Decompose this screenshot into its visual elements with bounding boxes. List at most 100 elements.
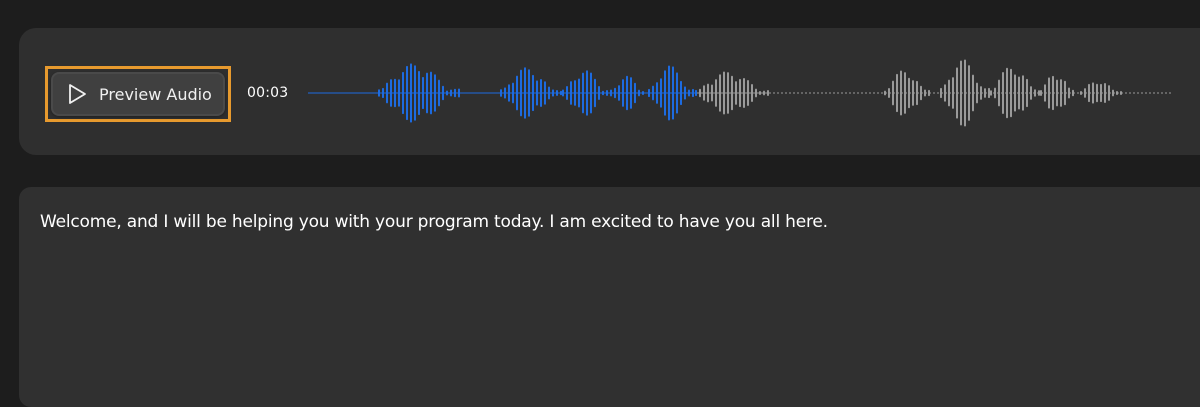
waveform-bar bbox=[998, 79, 1000, 107]
waveform-bar bbox=[1112, 89, 1114, 97]
waveform-bar bbox=[390, 79, 392, 107]
waveform-bar bbox=[1022, 75, 1024, 111]
waveform-bar bbox=[582, 72, 584, 114]
waveform-bar bbox=[1018, 76, 1020, 110]
waveform-bar bbox=[426, 72, 428, 114]
waveform-bar bbox=[916, 80, 918, 106]
waveform-bar bbox=[614, 87, 616, 99]
waveform-bar bbox=[1116, 91, 1118, 95]
waveform-bar bbox=[684, 86, 686, 100]
waveform-bar bbox=[618, 85, 620, 101]
waveform-bar bbox=[446, 90, 448, 96]
waveform-bar bbox=[1002, 71, 1004, 115]
waveform-bar bbox=[630, 77, 632, 109]
waveform-bar bbox=[948, 79, 950, 107]
waveform-bar bbox=[508, 84, 510, 102]
play-icon bbox=[67, 83, 87, 105]
waveform-bar bbox=[556, 90, 558, 96]
waveform-bar bbox=[739, 78, 741, 108]
waveform-bar bbox=[731, 75, 733, 111]
waveform-bar bbox=[418, 70, 420, 116]
waveform-bar bbox=[1040, 89, 1042, 97]
waveform-bar bbox=[422, 76, 424, 110]
waveform-bar bbox=[1056, 79, 1058, 107]
waveform-bar bbox=[532, 74, 534, 112]
waveform-bar bbox=[1044, 84, 1046, 102]
waveform-bar bbox=[528, 69, 530, 117]
waveform-bar bbox=[692, 88, 694, 98]
waveform-bar bbox=[719, 74, 721, 112]
waveform-bar bbox=[994, 87, 996, 99]
audio-waveform[interactable] bbox=[300, 57, 1200, 129]
waveform-bar bbox=[1010, 68, 1012, 118]
waveform-bar bbox=[382, 87, 384, 99]
waveform-bar bbox=[912, 80, 914, 106]
waveform-bar bbox=[896, 73, 898, 113]
waveform-bar bbox=[648, 88, 650, 98]
waveform-bar bbox=[656, 82, 658, 104]
waveform-bar bbox=[751, 83, 753, 103]
waveform-bar bbox=[1006, 67, 1008, 119]
waveform-bar bbox=[1026, 78, 1028, 108]
waveform-bar bbox=[642, 91, 644, 95]
waveform-bar bbox=[964, 59, 966, 127]
waveform-bar bbox=[707, 83, 709, 103]
waveform-bar bbox=[1100, 83, 1102, 103]
waveform-bar bbox=[968, 65, 970, 121]
waveform-bar bbox=[1068, 87, 1070, 99]
waveform-bar bbox=[1096, 83, 1098, 103]
waveform-bar bbox=[920, 85, 922, 101]
waveform-bar bbox=[398, 79, 400, 107]
preview-audio-button[interactable]: Preview Audio bbox=[51, 72, 225, 116]
waveform-bar bbox=[406, 65, 408, 121]
waveform-bar bbox=[660, 78, 662, 108]
waveform-bar bbox=[504, 87, 506, 99]
waveform-bar bbox=[1120, 91, 1122, 95]
waveform-bar bbox=[638, 89, 640, 97]
waveform-bar bbox=[928, 89, 930, 97]
waveform-bar bbox=[454, 88, 456, 98]
waveform-bar bbox=[524, 67, 526, 119]
waveform-bar bbox=[402, 71, 404, 115]
waveform-bar bbox=[1038, 90, 1040, 96]
waveform-bar bbox=[767, 89, 769, 97]
waveform-bar bbox=[976, 82, 978, 104]
waveform-bar bbox=[960, 60, 962, 126]
waveform-bar bbox=[438, 79, 440, 107]
waveform-bar bbox=[668, 65, 670, 121]
waveform-bar bbox=[566, 85, 568, 101]
waveform-bar bbox=[1104, 82, 1106, 104]
waveform-bar bbox=[924, 89, 926, 97]
waveform-bar bbox=[699, 88, 701, 98]
waveform-bar bbox=[386, 82, 388, 104]
waveform-bar bbox=[755, 88, 757, 98]
waveform-bar bbox=[512, 82, 514, 104]
waveform-bar bbox=[570, 81, 572, 105]
waveform-bar bbox=[652, 85, 654, 101]
waveform-bar bbox=[1092, 82, 1094, 104]
transcript-text: Welcome, and I will be helping you with … bbox=[40, 212, 828, 232]
waveform-bar bbox=[594, 78, 596, 108]
waveform-bar bbox=[1064, 80, 1066, 106]
waveform-bar bbox=[414, 65, 416, 121]
waveform-bar bbox=[1084, 88, 1086, 98]
waveform-bar bbox=[972, 74, 974, 112]
waveform-bar bbox=[952, 77, 954, 109]
waveform-bar bbox=[892, 80, 894, 106]
waveform-bar bbox=[544, 81, 546, 105]
waveform-bar bbox=[888, 87, 890, 99]
waveform-bar bbox=[1080, 91, 1082, 95]
waveform-bar bbox=[759, 91, 761, 95]
waveform-bar bbox=[672, 66, 674, 120]
waveform-bar bbox=[562, 89, 564, 97]
waveform-bar bbox=[1108, 85, 1110, 101]
waveform-bar bbox=[1060, 79, 1062, 107]
waveform-bar bbox=[622, 79, 624, 107]
waveform-bar bbox=[763, 90, 765, 96]
waveform-bar bbox=[688, 89, 690, 97]
waveform-bar bbox=[904, 72, 906, 114]
waveform-bar bbox=[980, 86, 982, 100]
waveform-bar bbox=[590, 72, 592, 114]
waveform-bar bbox=[574, 80, 576, 106]
preview-audio-label: Preview Audio bbox=[99, 84, 212, 104]
